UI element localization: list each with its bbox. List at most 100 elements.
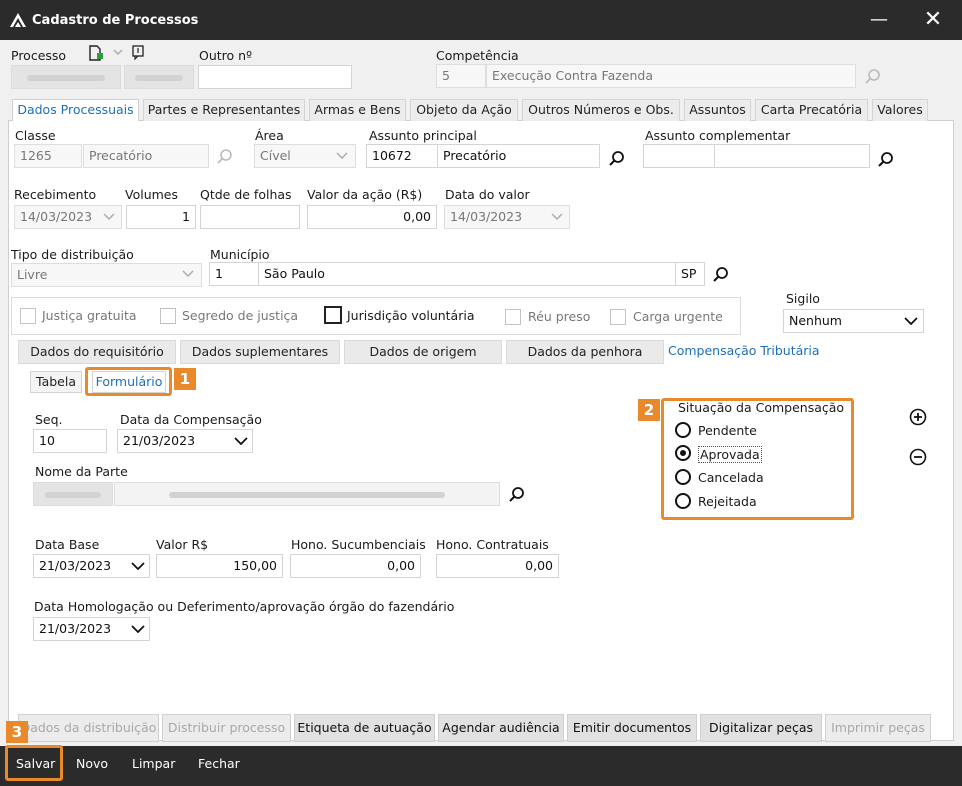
radio-aprovada-label: Aprovada <box>698 446 762 463</box>
minimize-button[interactable]: — <box>866 6 892 34</box>
homologacao-chevron-down-icon[interactable] <box>131 625 145 633</box>
tab-partes[interactable]: Partes e Representantes <box>143 99 305 121</box>
processo-number-field[interactable] <box>11 65 121 89</box>
volumes-label: Volumes <box>125 187 179 202</box>
assunto-search-icon[interactable] <box>608 150 626 168</box>
valor-label: Valor R$ <box>156 537 209 552</box>
assunto-comp-label: Assunto complementar <box>645 128 791 143</box>
fechar-button[interactable]: Fechar <box>198 756 240 771</box>
assunto-code-input[interactable]: 10672 <box>366 144 438 168</box>
valor-input[interactable]: 150,00 <box>156 554 283 578</box>
subtab-origem[interactable]: Dados de origem <box>344 340 502 364</box>
parte-code-field[interactable] <box>33 482 113 506</box>
tab-dados-processuais[interactable]: Dados Processuais <box>12 99 139 123</box>
sigilo-select[interactable]: Nenhum <box>783 309 924 333</box>
distribuir-processo-button[interactable]: Distribuir processo <box>162 714 291 742</box>
assunto-comp-code-input[interactable] <box>643 144 715 168</box>
nome-parte-label: Nome da Parte <box>35 464 128 479</box>
data-comp-label: Data da Compensação <box>120 412 262 427</box>
assunto-label: Assunto principal <box>369 128 477 143</box>
close-window-button[interactable]: ✕ <box>918 6 948 34</box>
step-badge-1: 1 <box>174 368 196 390</box>
outro-numero-input[interactable] <box>198 65 352 89</box>
municipio-search-icon[interactable] <box>712 266 730 284</box>
data-comp-date[interactable]: 21/03/2023 <box>117 429 253 453</box>
segredo-justica-checkbox[interactable] <box>160 308 176 324</box>
justica-gratuita-label: Justiça gratuita <box>42 308 137 323</box>
imprimir-pecas-button[interactable]: Imprimir peças <box>825 714 931 742</box>
radio-pendente[interactable] <box>675 422 691 438</box>
remove-circle-icon[interactable] <box>909 448 927 466</box>
competencia-code-input[interactable]: 5 <box>436 64 486 88</box>
processo-digit-field[interactable] <box>124 65 194 89</box>
hono-con-input[interactable]: 0,00 <box>436 554 559 578</box>
new-document-icon[interactable] <box>88 45 106 61</box>
jurisdicao-voluntaria-checkbox[interactable] <box>324 306 342 324</box>
homologacao-label: Data Homologação ou Deferimento/aprovaçã… <box>34 599 455 614</box>
assunto-comp-search-icon[interactable] <box>877 151 895 169</box>
classe-input[interactable]: Precatório <box>83 144 209 168</box>
data-valor-label: Data do valor <box>445 187 530 202</box>
note-icon[interactable] <box>131 45 145 60</box>
radio-cancelada[interactable] <box>675 469 691 485</box>
tab-valores[interactable]: Valores <box>872 99 928 121</box>
radio-aprovada[interactable] <box>675 445 691 461</box>
seq-label: Seq. <box>35 412 63 427</box>
hono-suc-input[interactable]: 0,00 <box>290 554 421 578</box>
tab-objeto[interactable]: Objeto da Ação <box>410 99 518 121</box>
subtab-suplementares[interactable]: Dados suplementares <box>180 340 340 364</box>
step-badge-2: 2 <box>638 399 660 421</box>
hono-con-label: Hono. Contratuais <box>436 537 549 552</box>
competencia-label: Competência <box>436 48 519 63</box>
dados-distribuicao-button[interactable]: Dados da distribuição <box>18 714 159 742</box>
parte-name-field[interactable] <box>114 482 500 506</box>
competencia-input[interactable]: Execução Contra Fazenda <box>486 64 856 88</box>
radio-rejeitada[interactable] <box>675 493 691 509</box>
classe-search-icon[interactable] <box>216 148 234 166</box>
valor-acao-label: Valor da ação (R$) <box>307 187 423 202</box>
data-comp-chevron-down-icon[interactable] <box>234 437 248 445</box>
tab-carta-precatoria[interactable]: Carta Precatória <box>755 99 868 121</box>
municipio-input[interactable]: São Paulo <box>258 262 676 286</box>
classe-code-input[interactable]: 1265 <box>14 144 82 168</box>
sigilo-label: Sigilo <box>786 291 820 306</box>
justica-gratuita-checkbox[interactable] <box>20 308 36 324</box>
tab-assuntos[interactable]: Assuntos <box>684 99 751 121</box>
valor-acao-input[interactable]: 0,00 <box>307 205 437 229</box>
digitalizar-pecas-button[interactable]: Digitalizar peças <box>700 714 822 742</box>
novo-button[interactable]: Novo <box>76 756 108 771</box>
reu-preso-label: Réu preso <box>528 309 591 324</box>
distribuicao-select[interactable]: Livre <box>11 263 202 287</box>
tab-tabela[interactable]: Tabela <box>30 371 82 393</box>
data-base-label: Data Base <box>35 537 100 552</box>
title-bar: Cadastro de Processos — ✕ <box>0 0 962 40</box>
folhas-label: Qtde de folhas <box>200 187 292 202</box>
subtab-penhora[interactable]: Dados da penhora <box>506 340 664 364</box>
parte-search-icon[interactable] <box>508 486 526 504</box>
municipio-code-input[interactable]: 1 <box>209 262 259 286</box>
etiqueta-autuacao-button[interactable]: Etiqueta de autuação <box>294 714 435 742</box>
app-logo-icon <box>10 13 26 27</box>
reu-preso-checkbox[interactable] <box>505 309 521 325</box>
highlight-salvar <box>5 745 63 781</box>
emitir-documentos-button[interactable]: Emitir documentos <box>567 714 697 742</box>
municipio-label: Município <box>210 247 270 262</box>
agendar-audiencia-button[interactable]: Agendar audiência <box>438 714 564 742</box>
assunto-comp-input[interactable] <box>714 144 870 168</box>
assunto-input[interactable]: Precatório <box>437 144 600 168</box>
tab-armas[interactable]: Armas e Bens <box>309 99 406 121</box>
process-window: Cadastro de Processos — ✕ Processo Outro… <box>0 0 962 786</box>
data-base-chevron-down-icon[interactable] <box>131 562 145 570</box>
subtab-compensacao[interactable]: Compensação Tributária <box>668 340 828 364</box>
carga-urgente-checkbox[interactable] <box>610 309 626 325</box>
add-circle-icon[interactable] <box>909 408 927 426</box>
search-icon[interactable] <box>864 68 882 86</box>
chevron-down-icon[interactable] <box>112 47 124 57</box>
volumes-input[interactable]: 1 <box>126 205 196 229</box>
seq-input[interactable]: 10 <box>33 429 107 453</box>
tab-outros-numeros[interactable]: Outros Números e Obs. <box>522 99 680 121</box>
subtab-requisitorio[interactable]: Dados do requisitório <box>18 340 176 364</box>
limpar-button[interactable]: Limpar <box>132 756 175 771</box>
folhas-input[interactable] <box>200 205 300 229</box>
highlight-formulario <box>85 367 172 396</box>
